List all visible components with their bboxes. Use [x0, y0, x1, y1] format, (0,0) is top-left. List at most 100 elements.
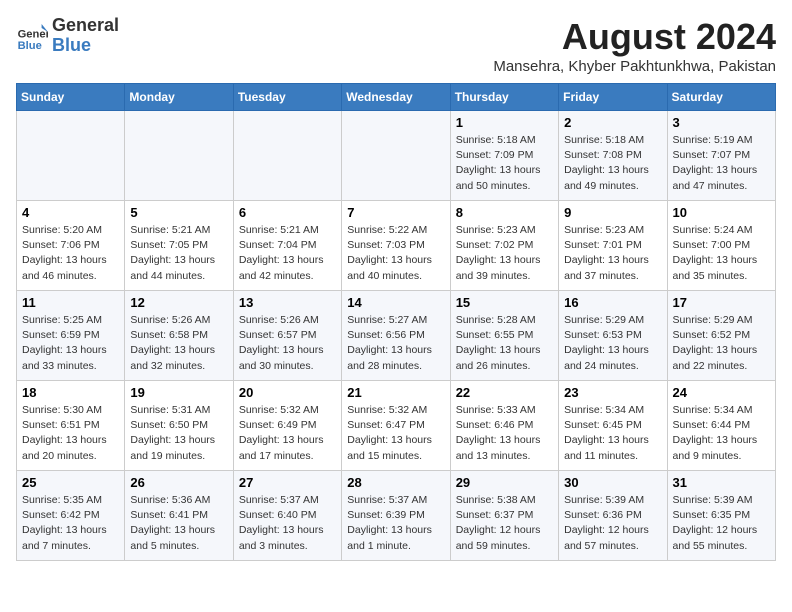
- calendar-cell: 2 Sunrise: 5:18 AM Sunset: 7:08 PM Daylig…: [559, 111, 667, 201]
- calendar-cell: 12 Sunrise: 5:26 AM Sunset: 6:58 PM Dayli…: [125, 291, 233, 381]
- day-info: Sunrise: 5:25 AM Sunset: 6:59 PM Dayligh…: [22, 313, 119, 374]
- calendar-cell: 19Sunrise: 5:31 AM Sunset: 6:50 PM Dayli…: [125, 381, 233, 471]
- day-number: 23: [564, 385, 661, 400]
- day-number: 6: [239, 205, 336, 220]
- day-number: 27: [239, 475, 336, 490]
- day-number: 8: [456, 205, 553, 220]
- calendar-cell: 6 Sunrise: 5:21 AM Sunset: 7:04 PM Daylig…: [233, 201, 341, 291]
- logo-blue: Blue: [52, 36, 119, 56]
- calendar-table: SundayMondayTuesdayWednesdayThursdayFrid…: [16, 83, 776, 561]
- calendar-week-1: 1Sunrise: 5:18 AM Sunset: 7:09 PM Daylig…: [17, 111, 776, 201]
- day-info: Sunrise: 5:26 AM Sunset: 6:58 PM Dayligh…: [130, 313, 227, 374]
- day-number: 17: [673, 295, 770, 310]
- calendar-cell: 21Sunrise: 5:32 AM Sunset: 6:47 PM Dayli…: [342, 381, 450, 471]
- day-number: 29: [456, 475, 553, 490]
- header-cell-sunday: Sunday: [17, 84, 125, 111]
- calendar-cell: [342, 111, 450, 201]
- day-info: Sunrise: 5:39 AM Sunset: 6:36 PM Dayligh…: [564, 493, 661, 554]
- day-info: Sunrise: 5:29 AM Sunset: 6:52 PM Dayligh…: [673, 313, 770, 374]
- day-number: 20: [239, 385, 336, 400]
- calendar-cell: [233, 111, 341, 201]
- main-title: August 2024: [493, 16, 776, 58]
- day-info: Sunrise: 5:23 AM Sunset: 7:01 PM Dayligh…: [564, 223, 661, 284]
- day-number: 21: [347, 385, 444, 400]
- page-header: General Blue General Blue August 2024 Ma…: [16, 16, 776, 75]
- header-row: SundayMondayTuesdayWednesdayThursdayFrid…: [17, 84, 776, 111]
- day-info: Sunrise: 5:35 AM Sunset: 6:42 PM Dayligh…: [22, 493, 119, 554]
- day-number: 4: [22, 205, 119, 220]
- header-cell-wednesday: Wednesday: [342, 84, 450, 111]
- subtitle: Mansehra, Khyber Pakhtunkhwa, Pakistan: [493, 58, 776, 75]
- day-number: 31: [673, 475, 770, 490]
- day-info: Sunrise: 5:21 AM Sunset: 7:04 PM Dayligh…: [239, 223, 336, 284]
- day-info: Sunrise: 5:24 AM Sunset: 7:00 PM Dayligh…: [673, 223, 770, 284]
- day-number: 11: [22, 295, 119, 310]
- calendar-cell: 29 Sunrise: 5:38 AM Sunset: 6:37 PM Dayli…: [450, 471, 558, 561]
- calendar-cell: 5 Sunrise: 5:21 AM Sunset: 7:05 PM Daylig…: [125, 201, 233, 291]
- day-info: Sunrise: 5:27 AM Sunset: 6:56 PM Dayligh…: [347, 313, 444, 374]
- day-info: Sunrise: 5:23 AM Sunset: 7:02 PM Dayligh…: [456, 223, 553, 284]
- day-number: 12: [130, 295, 227, 310]
- svg-text:General: General: [18, 28, 48, 40]
- calendar-cell: 15Sunrise: 5:28 AM Sunset: 6:55 PM Dayli…: [450, 291, 558, 381]
- calendar-week-5: 25 Sunrise: 5:35 AM Sunset: 6:42 PM Dayli…: [17, 471, 776, 561]
- day-info: Sunrise: 5:38 AM Sunset: 6:37 PM Dayligh…: [456, 493, 553, 554]
- day-info: Sunrise: 5:32 AM Sunset: 6:49 PM Dayligh…: [239, 403, 336, 464]
- day-info: Sunrise: 5:28 AM Sunset: 6:55 PM Dayligh…: [456, 313, 553, 374]
- calendar-cell: 23 Sunrise: 5:34 AM Sunset: 6:45 PM Dayli…: [559, 381, 667, 471]
- day-number: 5: [130, 205, 227, 220]
- calendar-cell: 26Sunrise: 5:36 AM Sunset: 6:41 PM Dayli…: [125, 471, 233, 561]
- calendar-cell: 25 Sunrise: 5:35 AM Sunset: 6:42 PM Dayli…: [17, 471, 125, 561]
- day-info: Sunrise: 5:34 AM Sunset: 6:44 PM Dayligh…: [673, 403, 770, 464]
- calendar-cell: 11 Sunrise: 5:25 AM Sunset: 6:59 PM Dayli…: [17, 291, 125, 381]
- day-number: 2: [564, 115, 661, 130]
- calendar-cell: 27 Sunrise: 5:37 AM Sunset: 6:40 PM Dayli…: [233, 471, 341, 561]
- day-info: Sunrise: 5:31 AM Sunset: 6:50 PM Dayligh…: [130, 403, 227, 464]
- logo-icon: General Blue: [16, 20, 48, 52]
- day-info: Sunrise: 5:18 AM Sunset: 7:08 PM Dayligh…: [564, 133, 661, 194]
- day-info: Sunrise: 5:26 AM Sunset: 6:57 PM Dayligh…: [239, 313, 336, 374]
- calendar-cell: 20 Sunrise: 5:32 AM Sunset: 6:49 PM Dayli…: [233, 381, 341, 471]
- day-number: 18: [22, 385, 119, 400]
- day-number: 7: [347, 205, 444, 220]
- day-number: 25: [22, 475, 119, 490]
- day-info: Sunrise: 5:37 AM Sunset: 6:39 PM Dayligh…: [347, 493, 444, 554]
- header-cell-monday: Monday: [125, 84, 233, 111]
- day-number: 10: [673, 205, 770, 220]
- calendar-cell: 31Sunrise: 5:39 AM Sunset: 6:35 PM Dayli…: [667, 471, 775, 561]
- day-info: Sunrise: 5:29 AM Sunset: 6:53 PM Dayligh…: [564, 313, 661, 374]
- day-info: Sunrise: 5:34 AM Sunset: 6:45 PM Dayligh…: [564, 403, 661, 464]
- calendar-week-4: 18Sunrise: 5:30 AM Sunset: 6:51 PM Dayli…: [17, 381, 776, 471]
- day-number: 13: [239, 295, 336, 310]
- logo: General Blue General Blue: [16, 16, 119, 56]
- day-info: Sunrise: 5:18 AM Sunset: 7:09 PM Dayligh…: [456, 133, 553, 194]
- day-info: Sunrise: 5:37 AM Sunset: 6:40 PM Dayligh…: [239, 493, 336, 554]
- logo-general: General: [52, 16, 119, 36]
- calendar-cell: 14Sunrise: 5:27 AM Sunset: 6:56 PM Dayli…: [342, 291, 450, 381]
- header-cell-thursday: Thursday: [450, 84, 558, 111]
- calendar-cell: 9 Sunrise: 5:23 AM Sunset: 7:01 PM Daylig…: [559, 201, 667, 291]
- calendar-cell: 24 Sunrise: 5:34 AM Sunset: 6:44 PM Dayli…: [667, 381, 775, 471]
- calendar-cell: 28 Sunrise: 5:37 AM Sunset: 6:39 PM Dayli…: [342, 471, 450, 561]
- calendar-cell: 3Sunrise: 5:19 AM Sunset: 7:07 PM Daylig…: [667, 111, 775, 201]
- day-number: 24: [673, 385, 770, 400]
- calendar-week-3: 11 Sunrise: 5:25 AM Sunset: 6:59 PM Dayli…: [17, 291, 776, 381]
- day-number: 3: [673, 115, 770, 130]
- day-number: 22: [456, 385, 553, 400]
- day-info: Sunrise: 5:33 AM Sunset: 6:46 PM Dayligh…: [456, 403, 553, 464]
- calendar-cell: 30 Sunrise: 5:39 AM Sunset: 6:36 PM Dayli…: [559, 471, 667, 561]
- day-number: 16: [564, 295, 661, 310]
- day-number: 30: [564, 475, 661, 490]
- day-number: 28: [347, 475, 444, 490]
- svg-text:Blue: Blue: [18, 40, 42, 52]
- day-number: 9: [564, 205, 661, 220]
- day-info: Sunrise: 5:21 AM Sunset: 7:05 PM Dayligh…: [130, 223, 227, 284]
- day-info: Sunrise: 5:36 AM Sunset: 6:41 PM Dayligh…: [130, 493, 227, 554]
- header-cell-saturday: Saturday: [667, 84, 775, 111]
- calendar-cell: 4Sunrise: 5:20 AM Sunset: 7:06 PM Daylig…: [17, 201, 125, 291]
- calendar-cell: 7 Sunrise: 5:22 AM Sunset: 7:03 PM Daylig…: [342, 201, 450, 291]
- header-cell-tuesday: Tuesday: [233, 84, 341, 111]
- day-info: Sunrise: 5:22 AM Sunset: 7:03 PM Dayligh…: [347, 223, 444, 284]
- calendar-cell: 22 Sunrise: 5:33 AM Sunset: 6:46 PM Dayli…: [450, 381, 558, 471]
- calendar-cell: 13 Sunrise: 5:26 AM Sunset: 6:57 PM Dayli…: [233, 291, 341, 381]
